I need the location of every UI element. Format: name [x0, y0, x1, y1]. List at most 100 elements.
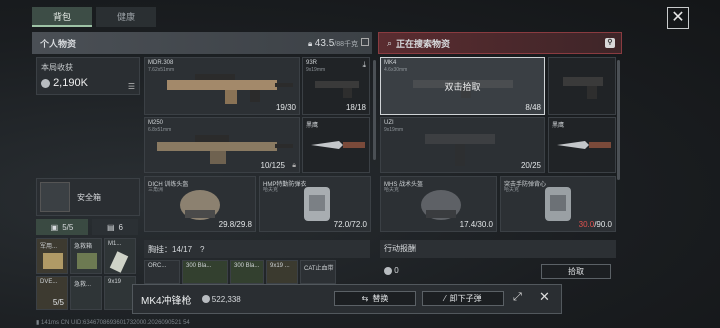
weapon-slot-93r[interactable]: 93R 9x19mm ⤓ 18/18: [302, 57, 370, 115]
harvest-value: 2,190K: [41, 77, 88, 89]
pocket-item[interactable]: 军用...: [36, 238, 68, 274]
medkit-icon: [77, 253, 97, 269]
close-icon: ✕: [671, 9, 685, 26]
pistol-icon: [315, 81, 359, 98]
selected-item-name: MK4冲锋枪: [141, 295, 192, 307]
close-button[interactable]: ✕: [667, 7, 689, 29]
backpack-icon: ▤: [106, 222, 115, 232]
vest-icon: [545, 187, 571, 221]
durability: 30.0/90.0: [578, 220, 612, 229]
action-reward-value: 0: [384, 266, 399, 275]
slot-name: 93R: [306, 60, 318, 66]
helmet-slot-right[interactable]: MHS 战术头盔 哈夫克 17.4/30.0: [380, 176, 497, 232]
safebox-label: 安全箱: [77, 193, 101, 202]
durability: 29.8/29.8: [218, 220, 252, 229]
item-name: 急救箱: [74, 244, 93, 250]
knife-icon: [311, 141, 365, 149]
chest-item[interactable]: 300 Bla...: [182, 260, 228, 284]
search-icon: ⌕: [387, 37, 393, 48]
game-screen: 背包 健康 ✕ 个人物资 🔒︎ 43.5/88千克 ⌕ 正在搜索物资 ⚲ 本局收…: [0, 0, 720, 328]
location-pin-icon[interactable]: ⚲: [605, 38, 615, 48]
knife-icon: [557, 141, 611, 149]
panel-title-right: 正在搜索物资: [396, 38, 451, 49]
briefcase-icon: ▣: [50, 222, 59, 232]
ammo-count: 19/30: [275, 103, 296, 112]
pickup-button[interactable]: 拾取: [541, 264, 611, 279]
pocket-item[interactable]: 急救箱: [70, 238, 102, 274]
slot-caliber: 9x19mm: [384, 127, 404, 133]
ammo-count: 10/125: [260, 161, 285, 170]
expand-arrows-icon[interactable]: ⤢: [513, 291, 522, 304]
syringe-icon: [109, 251, 129, 273]
armor-slot-right[interactable]: 突击手防弹背心 哈夫克 30.0/90.0: [500, 176, 616, 232]
box-icon: [43, 253, 63, 269]
ammo-count: 8/48: [525, 103, 541, 112]
lock-icon: 🔒︎: [292, 162, 296, 169]
slot-name: MK4: [384, 60, 397, 66]
uzi-icon: [425, 134, 495, 166]
pocket-item[interactable]: 急救...: [70, 276, 102, 310]
slot-brand: 哈夫克: [263, 187, 279, 193]
ammo-count: 18/18: [345, 103, 366, 112]
expand-icon[interactable]: [361, 38, 369, 46]
panel-title: 个人物资: [40, 38, 77, 49]
action-reward-header: 行动报酬: [380, 240, 616, 258]
signal-icon: ▮: [36, 320, 40, 326]
close-detail-icon[interactable]: ✕: [539, 289, 550, 305]
right-scrollbar[interactable]: [617, 60, 620, 180]
slot-brand: 三角洲: [148, 187, 164, 193]
left-scrollbar[interactable]: [373, 60, 376, 160]
tab-backpack[interactable]: 背包: [32, 7, 92, 27]
safe-icon: [40, 182, 70, 212]
chest-item[interactable]: 9x19 ...: [266, 260, 298, 284]
swap-icon: ⇆: [361, 294, 369, 303]
chest-item[interactable]: 300 Bla...: [230, 260, 264, 284]
pocket-tab[interactable]: ▣ 5/5: [36, 219, 88, 235]
unload-ammo-button[interactable]: ⁄ 卸下子弹: [422, 291, 504, 306]
slot-name: MDR.308: [148, 60, 174, 66]
tab-health[interactable]: 健康: [96, 7, 156, 27]
download-icon: ⤓: [362, 60, 366, 69]
slot-caliber: 9x19mm: [306, 67, 326, 73]
weapon-slot-mk4[interactable]: MK4 4.6x30mm 双击拾取 8/48: [380, 57, 545, 115]
pocket-item[interactable]: M1...: [104, 238, 136, 274]
personal-supplies-header: 个人物资 🔒︎ 43.5/88千克: [32, 32, 372, 54]
armor-slot[interactable]: HMP特勤防弹衣 哈夫克 72.0/72.0: [259, 176, 371, 232]
item-name: 9x19: [108, 279, 122, 285]
pistol-slot-empty[interactable]: [548, 57, 616, 115]
item-name: M1...: [108, 241, 122, 247]
chest-item[interactable]: CAT止血带: [300, 260, 336, 284]
chest-item[interactable]: ORC...: [144, 260, 180, 284]
double-click-pickup-hint: 双击拾取: [444, 82, 481, 92]
slot-caliber: 4.6x30mm: [384, 67, 408, 73]
harvest-label: 本局收获: [41, 63, 73, 72]
durability: 72.0/72.0: [333, 220, 367, 229]
backpack-tab[interactable]: ▤ 6: [92, 219, 138, 235]
weapon-slot-uzi[interactable]: UZI 9x19mm 20/25: [380, 117, 545, 173]
safe-box[interactable]: 安全箱: [36, 178, 140, 216]
debug-footer: ▮ 141ms CN UID:6346708693601732000.20260…: [36, 320, 190, 326]
item-name: 300 Bla...: [186, 263, 212, 269]
melee-slot[interactable]: 黑鹰: [302, 117, 370, 173]
slot-brand: 哈夫克: [504, 187, 520, 193]
item-name: DVE...: [40, 279, 58, 285]
weight-icon: 🔒︎: [308, 38, 313, 48]
swap-button[interactable]: ⇆ 替换: [334, 291, 416, 306]
durability: 17.4/30.0: [459, 220, 493, 229]
weapon-slot-m250[interactable]: M250 6.8x51mm 10/125 🔒︎: [144, 117, 300, 173]
item-name: 9x19 ...: [270, 263, 290, 269]
melee-slot-right[interactable]: 黑鹰: [548, 117, 616, 173]
vest-icon: [304, 187, 330, 221]
weapon-slot-mdr[interactable]: MDR.308 7.62x51mm 19/30: [144, 57, 300, 115]
pistol-icon: [563, 77, 603, 99]
helmet-slot[interactable]: DICH 训练头盔 三角洲 29.8/29.8: [144, 176, 256, 232]
help-icon[interactable]: ?: [200, 245, 204, 254]
slot-name: 黑鹰: [306, 123, 319, 129]
item-price: 522,338: [201, 295, 241, 304]
pocket-item[interactable]: DVE... 5/5: [36, 276, 68, 310]
item-name: ORC...: [148, 263, 167, 269]
list-icon[interactable]: ☰: [128, 82, 135, 91]
rifle-icon: [167, 74, 293, 104]
action-title: 行动报酬: [384, 244, 416, 253]
weight-readout: 🔒︎ 43.5/88千克: [308, 38, 358, 49]
